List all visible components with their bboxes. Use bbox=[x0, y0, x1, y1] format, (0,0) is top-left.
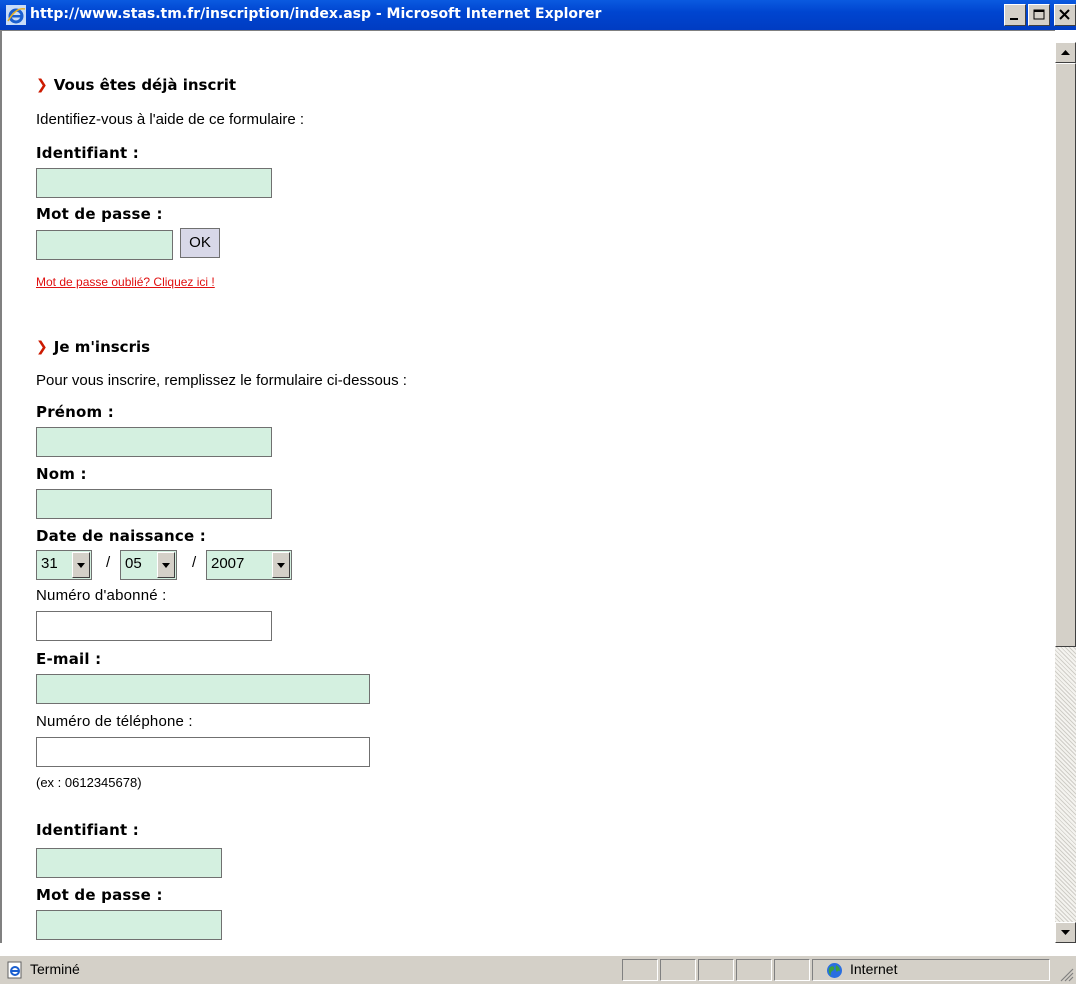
lastname-input[interactable] bbox=[36, 489, 272, 519]
globe-icon bbox=[827, 963, 842, 978]
window-title: http://www.stas.tm.fr/inscription/index.… bbox=[30, 6, 602, 22]
birth-day-value: 31 bbox=[41, 555, 58, 572]
close-button[interactable] bbox=[1054, 4, 1076, 26]
scroll-thumb[interactable] bbox=[1055, 63, 1076, 647]
dropdown-arrow-icon bbox=[272, 552, 290, 578]
title-bar[interactable]: http://www.stas.tm.fr/inscription/index.… bbox=[0, 0, 1076, 30]
firstname-label: Prénom : bbox=[36, 403, 114, 421]
birth-year-value: 2007 bbox=[211, 555, 245, 572]
register-intro: Pour vous inscrire, remplissez le formul… bbox=[36, 372, 407, 389]
status-pane bbox=[622, 959, 658, 981]
login-heading: ❯ Vous êtes déjà inscrit bbox=[36, 76, 237, 94]
vertical-scrollbar[interactable] bbox=[1055, 42, 1076, 943]
firstname-input[interactable] bbox=[36, 427, 272, 457]
birthdate-label: Date de naissance : bbox=[36, 527, 206, 545]
dropdown-arrow-icon bbox=[72, 552, 90, 578]
page-content: ❯ Vous êtes déjà inscrit Identifiez-vous … bbox=[0, 30, 1055, 943]
phone-hint: (ex : 0612345678) bbox=[36, 775, 142, 790]
status-pane bbox=[698, 959, 734, 981]
date-separator: / bbox=[192, 554, 197, 571]
chevron-right-icon: ❯ bbox=[36, 77, 48, 93]
scroll-up-icon bbox=[1061, 50, 1070, 55]
scroll-up-button[interactable] bbox=[1055, 42, 1076, 63]
login-ok-button[interactable]: OK bbox=[180, 228, 220, 258]
status-text: Terminé bbox=[30, 961, 80, 977]
email-input[interactable] bbox=[36, 674, 370, 704]
maximize-icon bbox=[1033, 9, 1045, 20]
ie-logo-icon bbox=[6, 5, 26, 25]
birth-day-select[interactable]: 31 bbox=[36, 550, 92, 580]
minimize-button[interactable] bbox=[1004, 4, 1026, 26]
security-zone-text: Internet bbox=[850, 961, 898, 977]
dropdown-arrow-icon bbox=[157, 552, 175, 578]
status-pane bbox=[736, 959, 772, 981]
date-separator: / bbox=[106, 554, 111, 571]
lastname-label: Nom : bbox=[36, 465, 87, 483]
subscriber-number-input[interactable] bbox=[36, 611, 272, 641]
page-done-icon bbox=[7, 961, 22, 979]
phone-input[interactable] bbox=[36, 737, 370, 767]
subscriber-number-label: Numéro d'abonné : bbox=[36, 587, 167, 604]
scroll-down-icon bbox=[1061, 930, 1070, 935]
forgot-password-link[interactable]: Mot de passe oublié? Cliquez ici ! bbox=[36, 275, 215, 289]
birth-month-select[interactable]: 05 bbox=[120, 550, 177, 580]
register-password-input[interactable] bbox=[36, 910, 222, 940]
maximize-button[interactable] bbox=[1028, 4, 1050, 26]
birth-year-select[interactable]: 2007 bbox=[206, 550, 292, 580]
register-password-label: Mot de passe : bbox=[36, 886, 163, 904]
scroll-track[interactable] bbox=[1055, 647, 1076, 922]
phone-label: Numéro de téléphone : bbox=[36, 713, 193, 730]
login-id-label: Identifiant : bbox=[36, 144, 139, 162]
chevron-right-icon: ❯ bbox=[36, 339, 48, 355]
register-id-input[interactable] bbox=[36, 848, 222, 878]
close-icon bbox=[1059, 9, 1070, 20]
register-id-label: Identifiant : bbox=[36, 821, 139, 839]
scroll-down-button[interactable] bbox=[1055, 922, 1076, 943]
resize-grip-icon[interactable] bbox=[1058, 966, 1074, 982]
birth-month-value: 05 bbox=[125, 555, 142, 572]
login-id-input[interactable] bbox=[36, 168, 272, 198]
login-password-label: Mot de passe : bbox=[36, 205, 163, 223]
security-zone-pane[interactable] bbox=[812, 959, 1050, 981]
status-pane bbox=[660, 959, 696, 981]
login-intro: Identifiez-vous à l'aide de ce formulair… bbox=[36, 111, 305, 128]
status-bar: Terminé Internet bbox=[0, 955, 1076, 984]
register-heading: ❯ Je m'inscris bbox=[36, 338, 151, 356]
email-label: E-mail : bbox=[36, 650, 102, 668]
status-pane bbox=[774, 959, 810, 981]
minimize-icon bbox=[1010, 18, 1018, 20]
login-password-input[interactable] bbox=[36, 230, 173, 260]
